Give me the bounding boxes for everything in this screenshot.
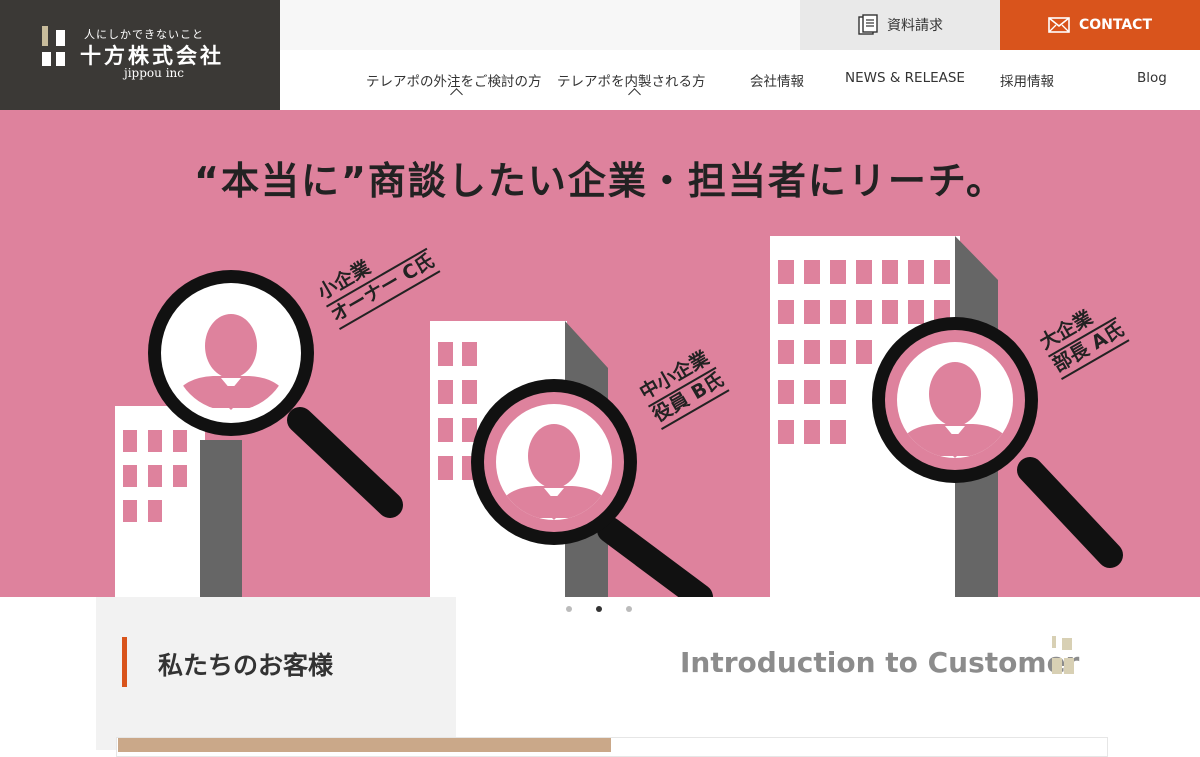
topbar-spacer [280, 0, 800, 50]
carousel-dot-3[interactable] [626, 606, 632, 612]
site-header: 人にしかできないこと 十方株式会社 jippou inc 資料請求 CONTAC… [0, 0, 1200, 110]
section-title: 私たちのお客様 [158, 651, 334, 680]
hero-slider: “本当に”商談したい企業・担当者にリーチ。 小企業 オーナー C氏 中小企業 役… [0, 110, 1200, 597]
global-nav: テレアポの外注をご検討の方 テレアポを内製される方 会社情報 NEWS & RE… [0, 70, 1200, 101]
document-request-button[interactable]: 資料請求 [800, 0, 1000, 50]
nav-item-outsourcing[interactable]: テレアポの外注をご検討の方 [366, 70, 542, 90]
chevron-down-icon [628, 88, 641, 101]
document-request-label: 資料請求 [887, 18, 943, 34]
logo-mark-icon [42, 26, 72, 76]
nav-item-news[interactable]: NEWS & RELEASE [845, 70, 965, 86]
section-accent-bar [122, 637, 127, 687]
document-icon [858, 14, 878, 35]
nav-item-blog[interactable]: Blog [1137, 70, 1167, 86]
nav-item-recruit[interactable]: 採用情報 [1000, 70, 1054, 90]
contact-label: CONTACT [1078, 17, 1152, 33]
carousel-dot-2[interactable] [596, 606, 602, 612]
nav-item-inhouse[interactable]: テレアポを内製される方 [557, 70, 706, 90]
carousel-dots [566, 606, 632, 612]
hero-headline: “本当に”商談したい企業・担当者にリーチ。 [193, 159, 1007, 203]
mail-icon [1048, 17, 1070, 33]
section-logo-mark-icon [1052, 636, 1076, 678]
section-title-en: Introduction to Customer [680, 646, 1080, 679]
contact-button[interactable]: CONTACT [1000, 0, 1200, 50]
chevron-down-icon [450, 88, 463, 101]
carousel-dot-1[interactable] [566, 606, 572, 612]
nav-item-company[interactable]: 会社情報 [750, 70, 804, 90]
